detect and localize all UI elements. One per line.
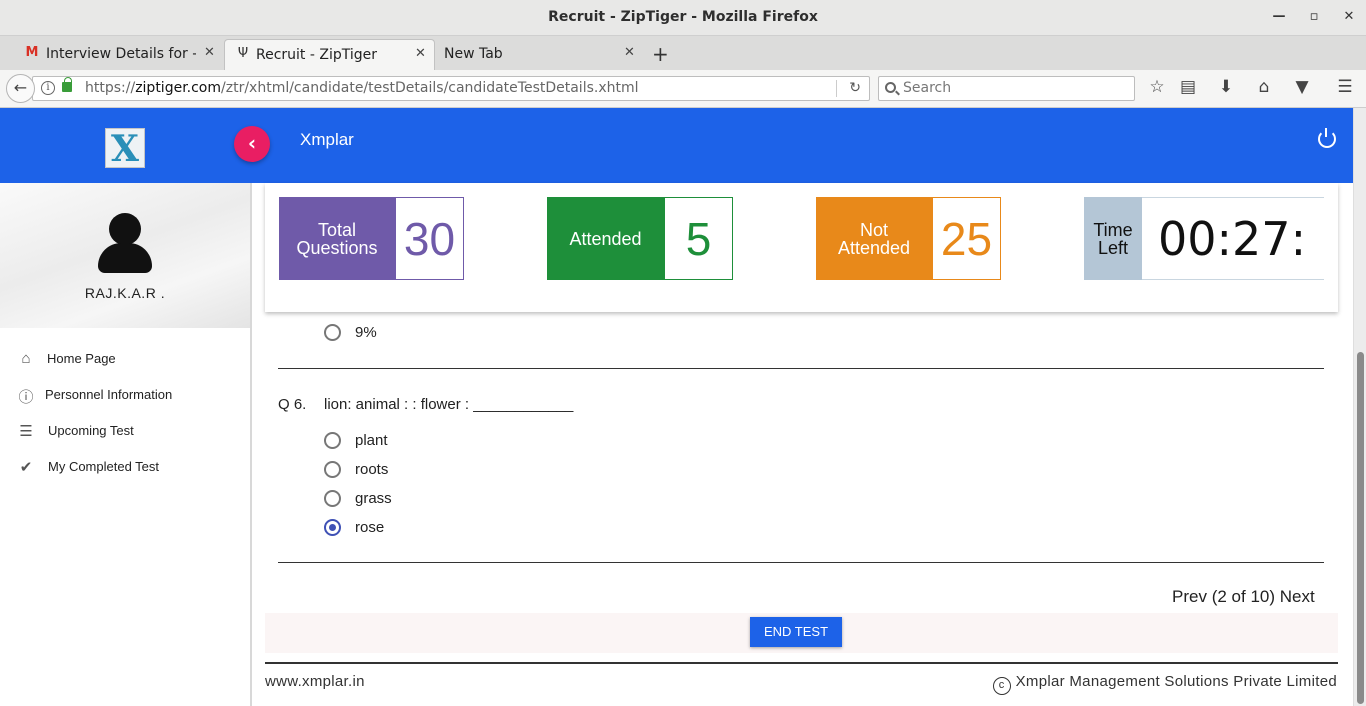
next-link[interactable]: Next <box>1280 587 1315 606</box>
copyright-icon: c <box>992 677 1011 695</box>
window-title: Recruit - ZipTiger - Mozilla Firefox <box>548 9 818 25</box>
pocket-icon[interactable]: ▼ <box>1290 77 1314 97</box>
stat-value: 25 <box>932 197 1001 280</box>
option-label: roots <box>355 461 389 478</box>
brand-name: Xmplar <box>300 130 354 149</box>
url-prefix: https:// <box>85 80 136 96</box>
url-bar[interactable]: i https://ziptiger.com/ztr/xhtml/candida… <box>32 76 870 101</box>
close-tab-icon[interactable]: ✕ <box>415 46 426 61</box>
app-header: X ‹ Xmplar <box>0 108 1353 183</box>
company-name: Xmplar Management Solutions Private Limi… <box>1015 673 1337 690</box>
sidebar-item-label: Personnel Information <box>45 387 173 402</box>
end-test-bar: END TEST <box>265 613 1338 653</box>
page-status: (2 of 10) <box>1211 587 1276 606</box>
sidebar-item-label: My Completed Test <box>48 459 160 474</box>
question-number: Q 6. <box>278 396 307 413</box>
radio-button[interactable] <box>324 432 341 449</box>
footer-divider <box>265 662 1338 664</box>
profile-panel: RAJ.K.A.R . <box>0 183 250 328</box>
footer-website[interactable]: www.xmplar.in <box>265 673 365 690</box>
prev-link[interactable]: Prev <box>1172 587 1207 606</box>
close-tab-icon[interactable]: ✕ <box>624 45 635 60</box>
sidebar-item-label: Home Page <box>47 351 116 366</box>
reading-list-icon[interactable]: ▤ <box>1176 77 1200 97</box>
scrollbar-thumb[interactable] <box>1357 352 1364 704</box>
bookmark-star-icon[interactable]: ☆ <box>1145 77 1169 97</box>
url-path: /ztr/xhtml/candidate/testDetails/candida… <box>221 80 639 96</box>
window-titlebar: Recruit - ZipTiger - Mozilla Firefox — ▫… <box>0 0 1366 36</box>
countdown-timer: 00:27: <box>1142 197 1324 280</box>
check-icon: ✔ <box>19 459 33 476</box>
back-button[interactable]: ← <box>6 74 35 103</box>
radio-button[interactable] <box>324 490 341 507</box>
end-test-button[interactable]: END TEST <box>750 617 842 647</box>
radio-button[interactable] <box>324 324 341 341</box>
lock-icon <box>62 77 72 92</box>
footer-copyright: c Xmplar Management Solutions Private Lim… <box>992 673 1337 695</box>
maximize-icon[interactable]: ▫ <box>1303 6 1325 28</box>
option-label: 9% <box>355 324 377 341</box>
gmail-icon: M <box>25 45 39 60</box>
list-icon: ☰ <box>19 423 33 440</box>
close-window-icon[interactable]: ✕ <box>1338 6 1360 28</box>
stat-label: Not Attended <box>816 197 932 280</box>
tab-label: Recruit - ZipTiger <box>256 47 378 63</box>
divider <box>278 368 1324 369</box>
home-icon: ⌂ <box>21 350 31 367</box>
url-domain: ziptiger.com <box>135 80 222 96</box>
divider <box>278 562 1324 563</box>
question-text: lion: animal : : flower : ____________ <box>324 396 574 413</box>
page-scrollbar[interactable] <box>1353 108 1366 706</box>
avatar <box>98 213 152 273</box>
tab-new-tab[interactable]: New Tab ✕ <box>436 39 641 70</box>
option-label: plant <box>355 432 388 449</box>
tab-label: New Tab <box>444 46 503 62</box>
stat-value: 5 <box>664 197 733 280</box>
download-icon[interactable]: ⬇ <box>1214 77 1238 97</box>
stat-label: Time Left <box>1084 197 1142 280</box>
tab-interview-details[interactable]: M Interview Details for -... ✕ <box>18 39 223 70</box>
info-icon: ⓘ <box>18 389 34 406</box>
xmplar-logo[interactable]: X <box>105 128 145 170</box>
close-tab-icon[interactable]: ✕ <box>204 45 215 60</box>
search-input[interactable]: Search <box>878 76 1135 101</box>
ziptiger-icon: Ψ <box>237 46 249 61</box>
option-label: rose <box>355 519 385 536</box>
radio-button-selected[interactable] <box>324 519 341 536</box>
option-label: grass <box>355 490 392 507</box>
sidebar: RAJ.K.A.R . ⌂ Home Page ⓘ Personnel Info… <box>0 183 252 706</box>
search-placeholder: Search <box>903 80 952 96</box>
search-icon <box>885 82 896 93</box>
reload-icon[interactable]: ↻ <box>849 77 861 100</box>
username: RAJ.K.A.R . <box>84 285 166 301</box>
tab-bar: M Interview Details for -... ✕ Ψ Recruit… <box>0 36 1366 70</box>
info-icon[interactable]: i <box>41 81 55 95</box>
collapse-sidebar-button[interactable]: ‹ <box>234 126 270 162</box>
radio-button[interactable] <box>324 461 341 478</box>
tab-recruit-ziptiger[interactable]: Ψ Recruit - ZipTiger ✕ <box>224 39 435 70</box>
stat-label: Total Questions <box>279 197 395 280</box>
minimize-icon[interactable]: — <box>1268 6 1290 28</box>
sidebar-item-label: Upcoming Test <box>48 423 134 438</box>
home-browser-icon[interactable]: ⌂ <box>1252 77 1276 97</box>
main-content: 9% Q 6. lion: animal : : flower : ______… <box>252 183 1353 706</box>
logo-letter: X <box>111 128 139 170</box>
stat-value: 30 <box>395 197 464 280</box>
menu-hamburger-icon[interactable]: ☰ <box>1333 77 1357 97</box>
tab-label: Interview Details for -... <box>46 46 196 62</box>
pagination: Prev (2 of 10) Next <box>1172 587 1315 607</box>
new-tab-plus-icon[interactable]: + <box>652 42 669 66</box>
test-stats-card: Total Questions 30 Attended 5 Not Attended… <box>265 183 1338 312</box>
power-logout-icon[interactable] <box>1318 128 1336 148</box>
stat-label: Attended <box>547 197 664 280</box>
url-separator <box>836 80 837 97</box>
